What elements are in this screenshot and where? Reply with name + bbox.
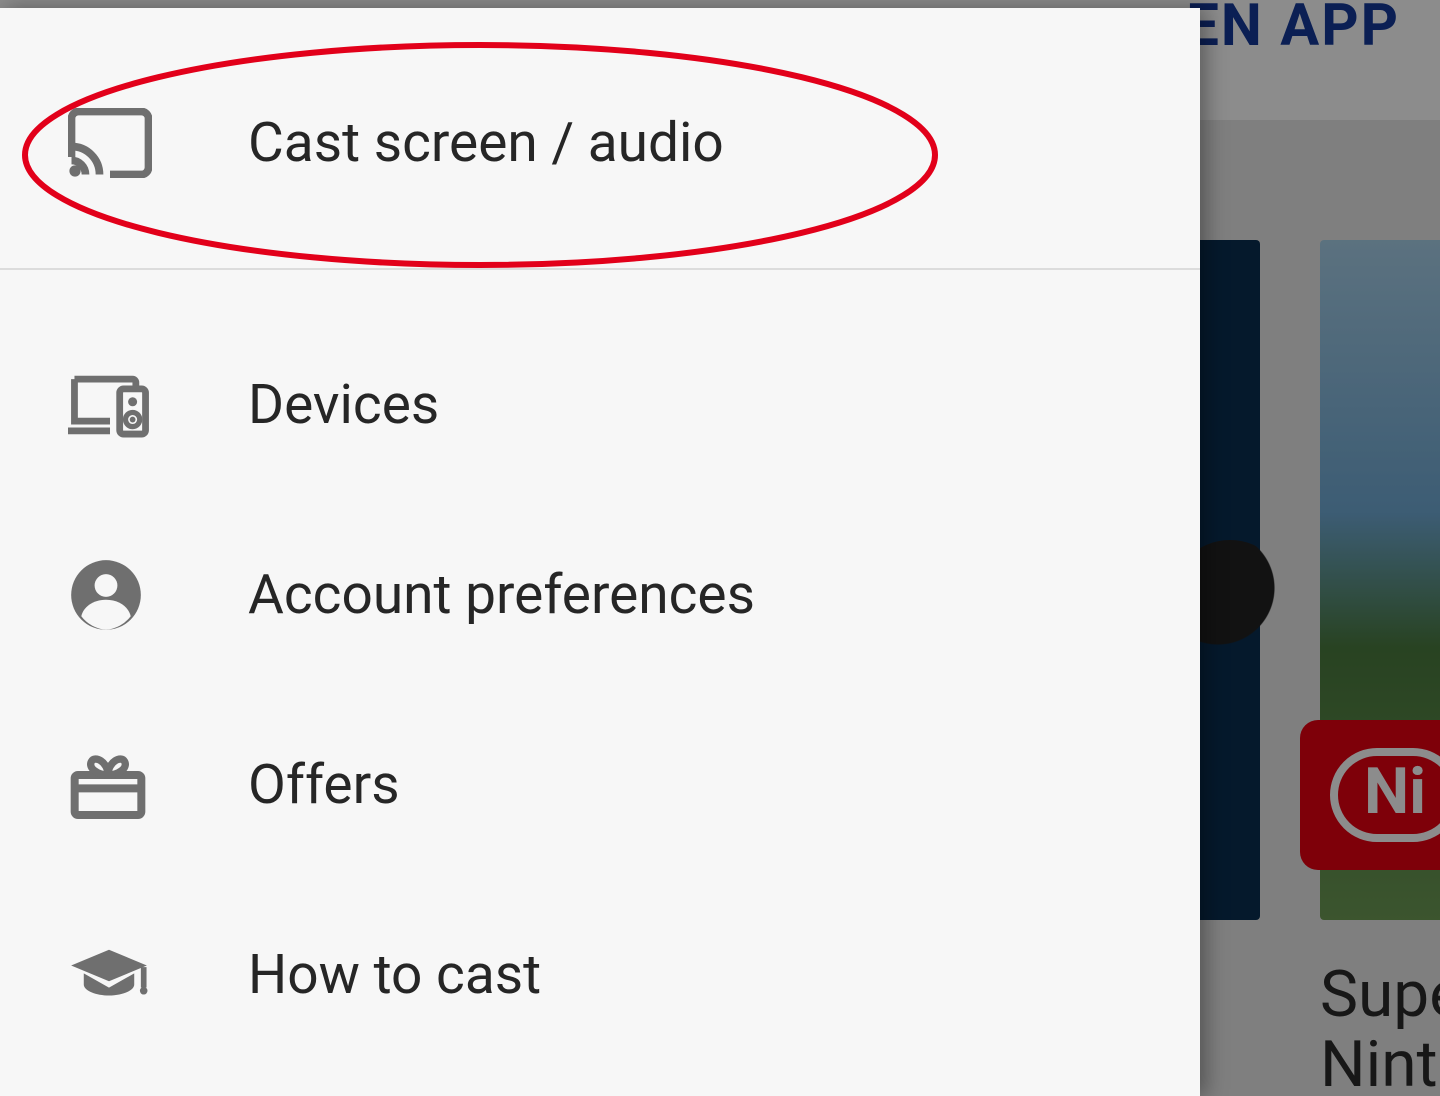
menu-item-offers[interactable]: Offers (0, 690, 1200, 880)
offers-icon (68, 747, 248, 823)
menu-item-label: How to cast (248, 943, 541, 1007)
cast-icon (68, 108, 248, 178)
menu-item-label: Offers (248, 753, 400, 817)
menu-item-cast-screen-audio[interactable]: Cast screen / audio (0, 8, 1200, 268)
menu-item-account-preferences[interactable]: Account preferences (0, 500, 1200, 690)
menu-item-label: Devices (248, 373, 439, 437)
menu-item-label: Cast screen / audio (248, 111, 724, 175)
menu-item-label: Account preferences (248, 563, 755, 627)
graduation-cap-icon (68, 945, 248, 1005)
account-icon (68, 557, 248, 633)
screenshot-root: EN APP Ni Supe Ninte (0, 0, 1440, 1096)
menu-item-devices[interactable]: Devices (0, 310, 1200, 500)
nav-drawer: Cast screen / audio Devices (0, 8, 1200, 1096)
devices-icon (68, 372, 248, 438)
menu-item-how-to-cast[interactable]: How to cast (0, 880, 1200, 1070)
